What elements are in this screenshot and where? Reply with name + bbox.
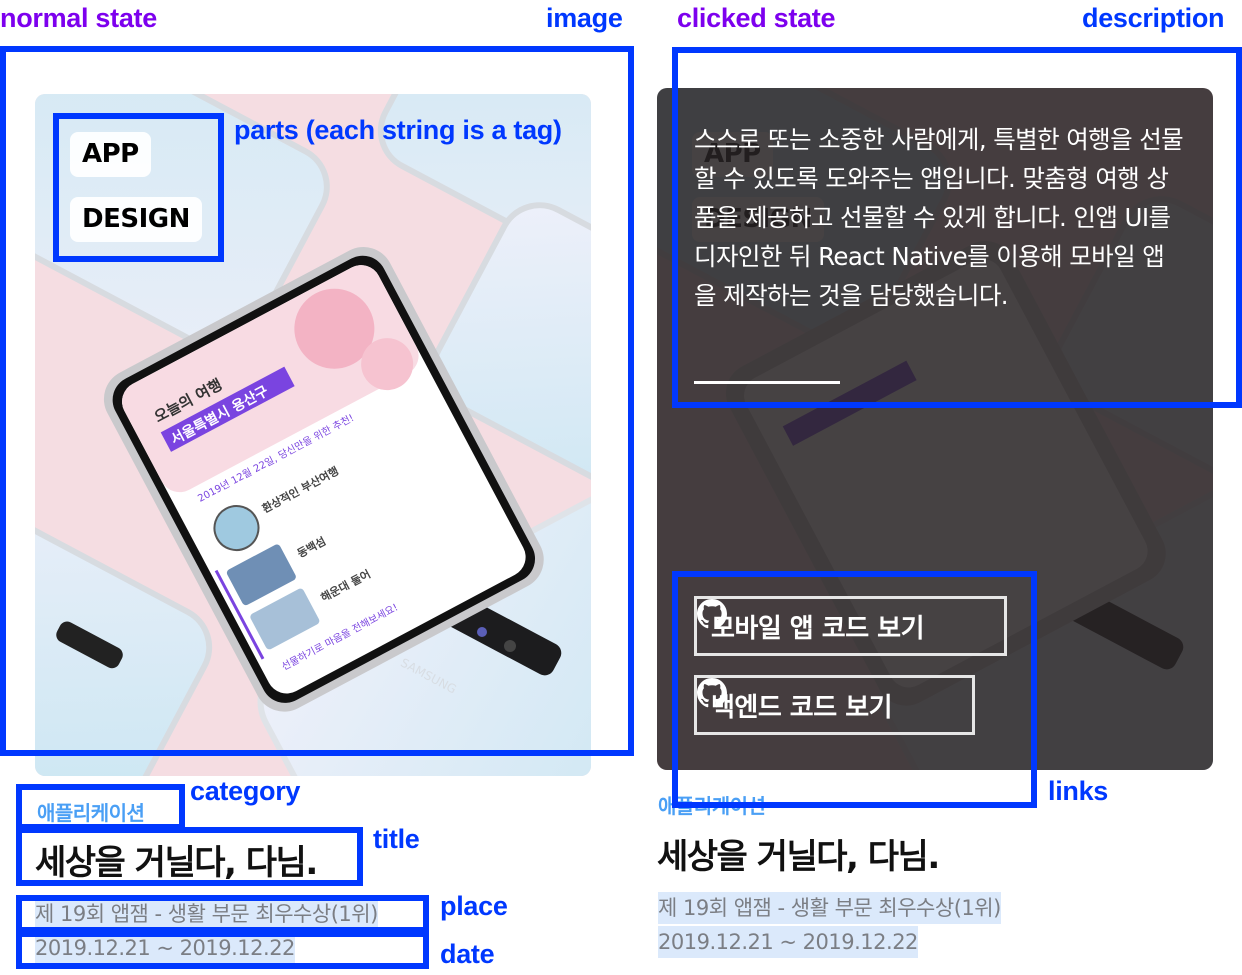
tag-app: APP <box>70 132 151 178</box>
project-category: 애플리케이션 <box>37 801 145 825</box>
annotation-normal-state: normal state <box>0 3 157 33</box>
project-date-clicked: 2019.12.21 ~ 2019.12.22 <box>658 926 918 958</box>
project-category-clicked: 애플리케이션 <box>658 794 766 818</box>
github-icon <box>697 678 727 708</box>
project-description: 스스로 또는 소중한 사람에게, 특별한 여행을 선물할 수 있도록 도와주는 … <box>694 125 1184 310</box>
link-mobile-app-code[interactable]: 모바일 앱 코드 보기 <box>694 596 1007 656</box>
tag-design: DESIGN <box>70 197 202 243</box>
annotation-category: category <box>190 776 301 806</box>
annotation-links: links <box>1048 776 1109 806</box>
annotation-date: date <box>440 939 495 969</box>
annotation-parts: parts (each string is a tag) <box>234 115 562 145</box>
link-label: 백엔드 코드 보기 <box>711 692 893 723</box>
project-image-normal[interactable]: SAMSUNG 오늘의 여행 서울특별시 용산구 2019년 12월 22일, … <box>35 94 591 776</box>
project-title: 세상을 거닐다, 다님. <box>35 843 318 883</box>
github-icon <box>697 599 727 629</box>
description-divider <box>694 381 840 384</box>
project-title-clicked: 세상을 거닐다, 다님. <box>657 837 940 877</box>
link-label: 모바일 앱 코드 보기 <box>711 613 925 644</box>
annotation-title: title <box>373 824 420 854</box>
project-image-clicked[interactable]: APP DESIGN 스스로 또는 소중한 사람에게, 특별한 여행을 선물할 … <box>657 88 1213 770</box>
project-date: 2019.12.21 ~ 2019.12.22 <box>35 932 295 964</box>
link-backend-code[interactable]: 백엔드 코드 보기 <box>694 675 975 735</box>
project-place-clicked: 제 19회 앱잼 - 생활 부문 최우수상(1위) <box>658 892 1001 924</box>
annotation-image: image <box>546 3 623 33</box>
annotation-clicked-state: clicked state <box>677 3 836 33</box>
annotation-description: description <box>1082 3 1225 33</box>
annotation-place: place <box>440 891 508 921</box>
project-place: 제 19회 앱잼 - 생활 부문 최우수상(1위) <box>35 898 378 930</box>
